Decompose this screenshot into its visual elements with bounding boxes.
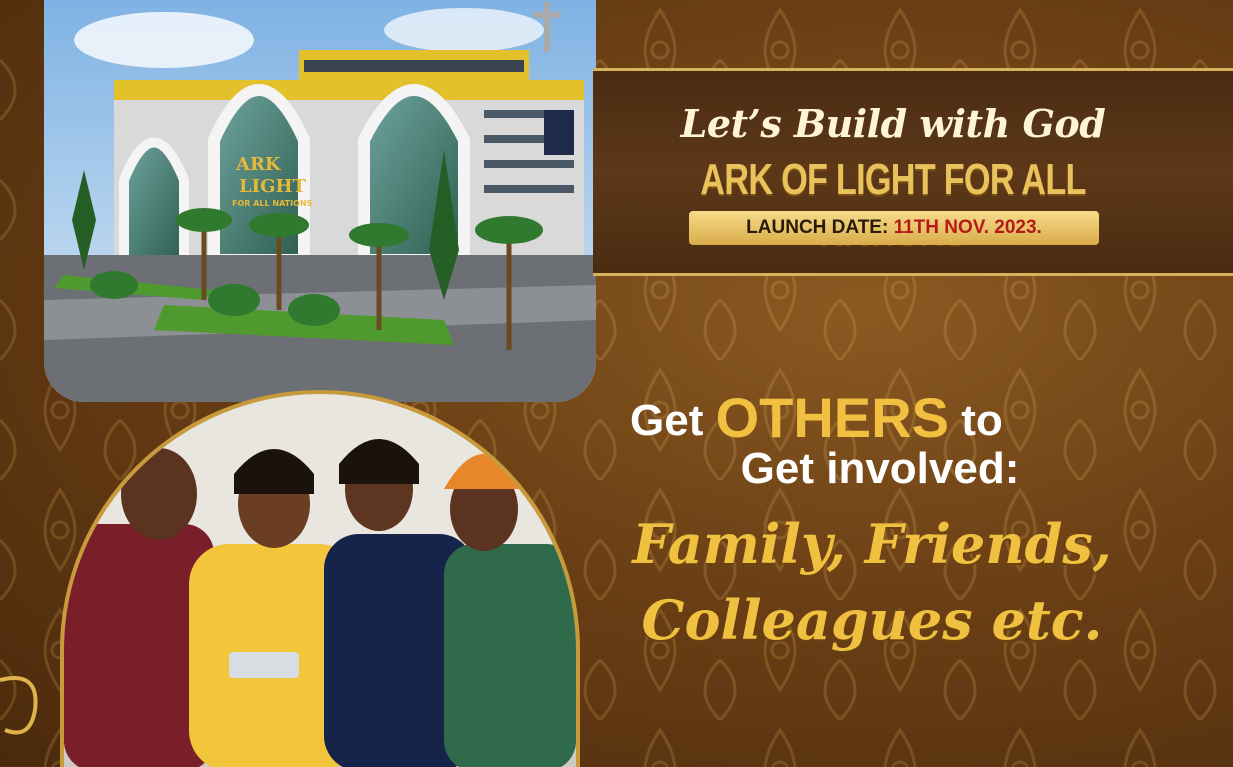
headline-line-2: Get involved: <box>740 444 1020 493</box>
launch-label: LAUNCH DATE: <box>746 217 894 238</box>
headline-emphasis: OTHERS <box>715 386 949 449</box>
building-sign-light: LIGHT <box>239 176 306 197</box>
gold-flourish <box>0 676 38 735</box>
launch-date: 11TH NOV. 2023. <box>893 217 1042 238</box>
building-sign-ark: ARK <box>235 154 282 175</box>
building-sign-nations: FOR ALL NATIONS <box>232 199 313 208</box>
title-banner: Let’s Build with God ARK OF LIGHT FOR AL… <box>593 68 1233 276</box>
tagline: Let’s Build with God <box>680 101 1106 146</box>
building-image: ARK LIGHT FOR ALL NATIONS <box>44 0 596 402</box>
headline-word-get: Get <box>630 396 704 445</box>
launch-date-badge: LAUNCH DATE: 11TH NOV. 2023. <box>689 211 1099 245</box>
audience-line-2: Colleagues etc. <box>641 588 1103 652</box>
headline-word-to: to <box>961 396 1003 445</box>
headline-line-1: Get OTHERS to <box>630 385 1130 450</box>
audience-line-1: Family, Friends, <box>632 512 1112 576</box>
